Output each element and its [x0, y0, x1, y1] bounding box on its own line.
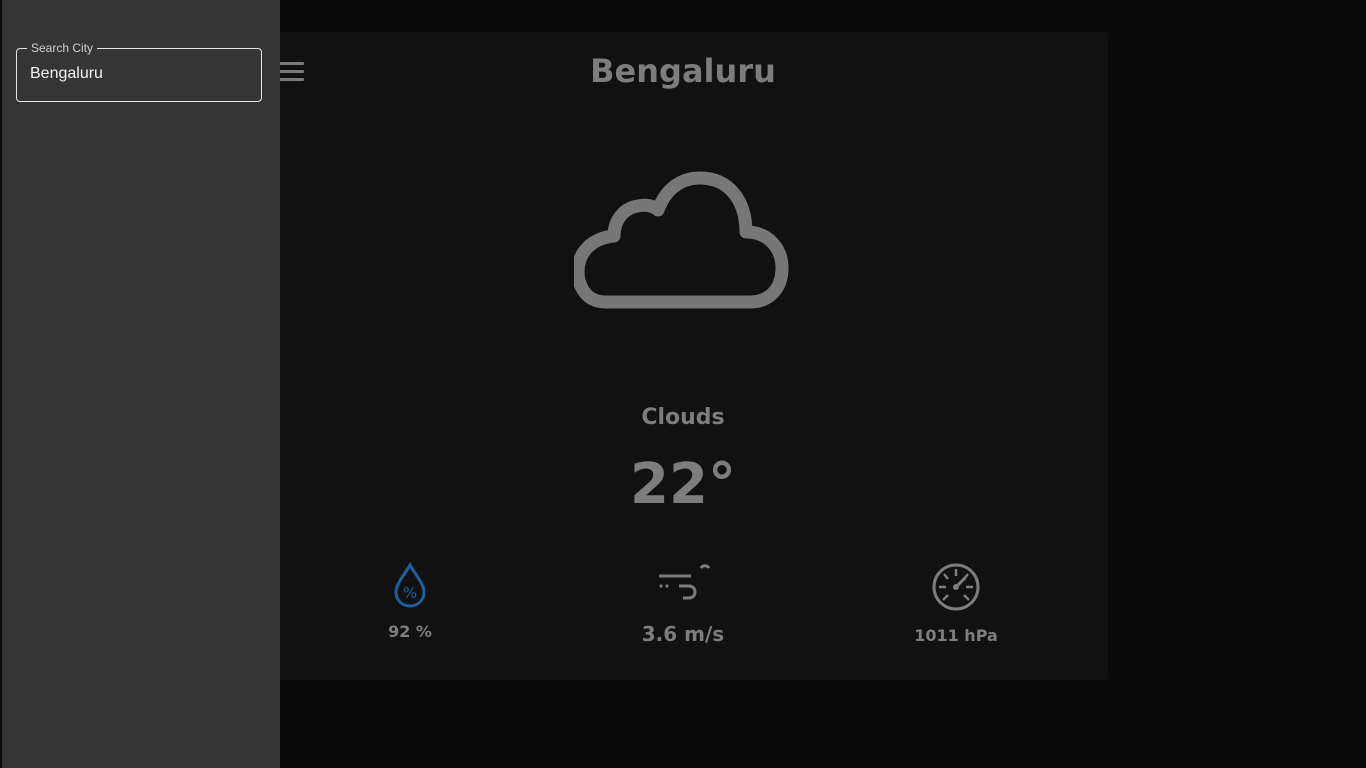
- side-drawer: Search City: [2, 0, 280, 768]
- humidity-stat: % 92 %: [330, 562, 490, 641]
- wind-stat: 3.6 m/s: [603, 562, 763, 646]
- pressure-stat: 1011 hPa: [876, 562, 1036, 645]
- svg-text:%: %: [403, 584, 417, 602]
- pressure-gauge-icon: [932, 563, 980, 611]
- search-city-label: Search City: [27, 41, 98, 55]
- app-page: Bengaluru Clouds 22° % 92 % 3.6 m/s 1011…: [0, 0, 1366, 768]
- wind-icon: [659, 564, 711, 600]
- humidity-drop-icon: %: [394, 562, 426, 608]
- search-city-field[interactable]: Search City: [16, 41, 262, 102]
- search-city-input[interactable]: [30, 65, 250, 83]
- cloud-icon: [574, 171, 789, 309]
- wind-value: 3.6 m/s: [641, 622, 725, 646]
- humidity-value: 92 %: [388, 622, 432, 641]
- pressure-value: 1011 hPa: [914, 626, 998, 645]
